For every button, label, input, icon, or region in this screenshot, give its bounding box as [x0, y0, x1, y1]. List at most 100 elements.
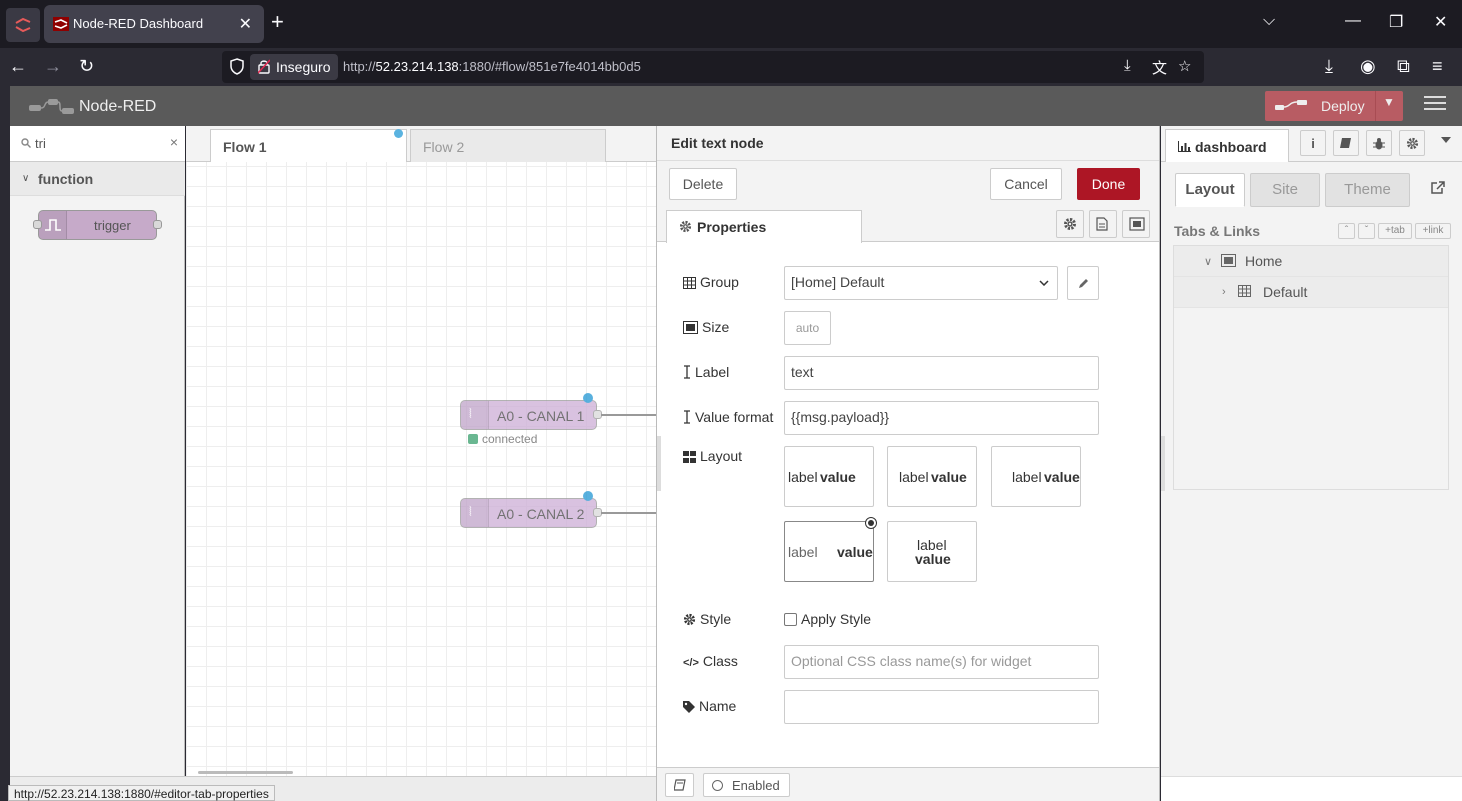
- tray-title: Edit text node: [671, 135, 764, 151]
- external-link-icon[interactable]: [1431, 181, 1445, 194]
- sidebar-tab-config[interactable]: [1399, 130, 1425, 156]
- add-tab-button[interactable]: +tab: [1378, 223, 1412, 239]
- layout-option-row-center[interactable]: label value: [887, 446, 977, 507]
- status-connected-icon: [468, 434, 478, 444]
- sidebar-tab-label: dashboard: [1195, 139, 1267, 155]
- reload-icon[interactable]: ↻: [79, 56, 94, 76]
- chevron-down-icon: [1039, 280, 1049, 286]
- tab-flow-2[interactable]: Flow 2: [410, 129, 606, 162]
- size-button[interactable]: auto: [784, 311, 831, 345]
- selected-radio-icon: [865, 517, 877, 529]
- layout-option-row-left[interactable]: label value: [784, 446, 874, 507]
- account-icon[interactable]: ◉: [1360, 56, 1376, 76]
- insecure-badge[interactable]: Inseguro: [250, 54, 339, 80]
- close-window-icon[interactable]: ✕: [1434, 12, 1447, 32]
- bookmark-star-icon[interactable]: ☆: [1178, 57, 1191, 75]
- group-select[interactable]: [Home] Default: [784, 266, 1058, 300]
- browser-tab[interactable]: Node-RED Dashboard ✕: [44, 5, 264, 43]
- flow-workspace[interactable]: Flow 1 Flow 2 ⦚ A0 - CANAL 1 connected ⦚…: [186, 126, 656, 776]
- deploy-options-icon[interactable]: ▼: [1383, 95, 1395, 109]
- cancel-button[interactable]: Cancel: [990, 168, 1062, 200]
- class-input[interactable]: Optional CSS class name(s) for widget: [784, 645, 1099, 679]
- tab-appearance[interactable]: [1122, 210, 1150, 238]
- collapse-all-icon[interactable]: ˇ: [1358, 223, 1375, 239]
- flow-node-canal-1[interactable]: ⦚ A0 - CANAL 1: [460, 393, 602, 430]
- palette-search[interactable]: tri ×: [10, 126, 185, 162]
- tab-layout[interactable]: Layout: [1175, 173, 1245, 207]
- tab-theme[interactable]: Theme: [1325, 173, 1410, 207]
- value-format-input[interactable]: {{msg.payload}}: [784, 401, 1099, 435]
- flow-wire[interactable]: [601, 414, 656, 416]
- clear-search-icon[interactable]: ×: [170, 134, 178, 150]
- translate-icon[interactable]: 文: [1152, 57, 1167, 78]
- tab-flow-2-label: Flow 2: [423, 139, 465, 155]
- sidebar-resize-handle[interactable]: [1161, 436, 1165, 491]
- firefox-view-icon[interactable]: [6, 8, 40, 42]
- chevron-down-icon[interactable]: ∨: [1204, 255, 1212, 268]
- minimize-icon[interactable]: —: [1345, 12, 1361, 30]
- tree-item-home[interactable]: ∨ Home: [1174, 246, 1448, 277]
- sidebar-tab-debug[interactable]: [1366, 130, 1392, 156]
- flow-wire[interactable]: [601, 512, 656, 514]
- label-row: Label text: [683, 356, 1103, 390]
- tab-site[interactable]: Site: [1250, 173, 1320, 207]
- close-tab-icon[interactable]: ✕: [239, 14, 252, 34]
- group-select-value: [Home] Default: [791, 274, 885, 290]
- back-icon[interactable]: ←: [9, 56, 27, 76]
- tab-flow-1[interactable]: Flow 1: [210, 129, 407, 162]
- object-group-icon: [1129, 217, 1145, 231]
- expand-all-icon[interactable]: ˆ: [1338, 223, 1355, 239]
- edit-group-button[interactable]: [1067, 266, 1099, 300]
- input-node-icon: ⦚: [461, 401, 489, 429]
- deploy-button[interactable]: Deploy ▼: [1265, 91, 1403, 121]
- file-text-icon: [1096, 217, 1108, 231]
- tray-resize-handle[interactable]: [657, 436, 661, 491]
- url-text[interactable]: http://52.23.214.138:1880/#flow/851e7fe4…: [343, 59, 641, 74]
- main-menu-icon[interactable]: [1424, 96, 1446, 116]
- lock-warning-icon: [258, 59, 270, 74]
- install-app-icon[interactable]: ⤓: [1124, 57, 1131, 74]
- sidebar-tabs-dropdown-icon[interactable]: [1441, 137, 1451, 143]
- layout-option-row-right[interactable]: label value: [991, 446, 1081, 507]
- workspace-scrollbar[interactable]: [198, 771, 293, 774]
- output-port: [153, 220, 162, 229]
- browser-navbar: ← → ↻ Inseguro http://52.23.214.138:1880…: [0, 48, 1462, 86]
- value-format-row: Value format {{msg.payload}}: [683, 401, 1103, 435]
- new-tab-button[interactable]: +: [271, 11, 284, 33]
- shield-icon[interactable]: [230, 58, 244, 75]
- layout-label: Layout: [700, 448, 743, 464]
- node-help-button[interactable]: [665, 773, 694, 797]
- browser-menu-icon[interactable]: ≡: [1432, 56, 1443, 76]
- forward-icon[interactable]: →: [44, 56, 62, 76]
- downloads-icon[interactable]: ⤓: [1325, 56, 1333, 76]
- chevron-right-icon[interactable]: ›: [1222, 286, 1226, 298]
- palette-category-function[interactable]: ∨ function: [10, 162, 185, 196]
- name-input[interactable]: [784, 690, 1099, 724]
- node-enabled-toggle[interactable]: Enabled: [703, 773, 790, 797]
- sidebar-tab-help[interactable]: [1333, 130, 1359, 156]
- restore-icon[interactable]: ❐: [1389, 12, 1403, 32]
- apply-style-checkbox[interactable]: [784, 613, 797, 626]
- tab-description[interactable]: [1089, 210, 1117, 238]
- tray-header: Edit text node: [657, 126, 1159, 161]
- palette-node-trigger[interactable]: trigger: [33, 210, 162, 240]
- tab-node-settings[interactable]: [1056, 210, 1084, 238]
- flow-node-canal-2[interactable]: ⦚ A0 - CANAL 2: [460, 491, 602, 528]
- sidebar-tab-dashboard[interactable]: dashboard: [1165, 129, 1289, 162]
- sidebar-tab-info[interactable]: i: [1300, 130, 1326, 156]
- layout-option-row-spread[interactable]: label value: [784, 517, 877, 582]
- tree-item-default[interactable]: › Default: [1174, 277, 1448, 308]
- delete-button[interactable]: Delete: [669, 168, 737, 200]
- apply-style-label[interactable]: Apply Style: [801, 611, 871, 627]
- done-button[interactable]: Done: [1077, 168, 1140, 200]
- object-group-icon: [1221, 254, 1236, 267]
- palette-search-input[interactable]: tri: [35, 136, 46, 151]
- layout-option-col-center[interactable]: label value: [887, 521, 977, 582]
- extensions-icon[interactable]: ⧉: [1397, 56, 1410, 76]
- label-input[interactable]: text: [784, 356, 1099, 390]
- list-all-tabs-icon[interactable]: ⌵: [1263, 12, 1275, 30]
- tab-properties[interactable]: Properties: [666, 210, 862, 243]
- add-link-button[interactable]: +link: [1415, 223, 1451, 239]
- url-bar[interactable]: Inseguro http://52.23.214.138:1880/#flow…: [222, 51, 1204, 83]
- cog-icon: [683, 613, 696, 626]
